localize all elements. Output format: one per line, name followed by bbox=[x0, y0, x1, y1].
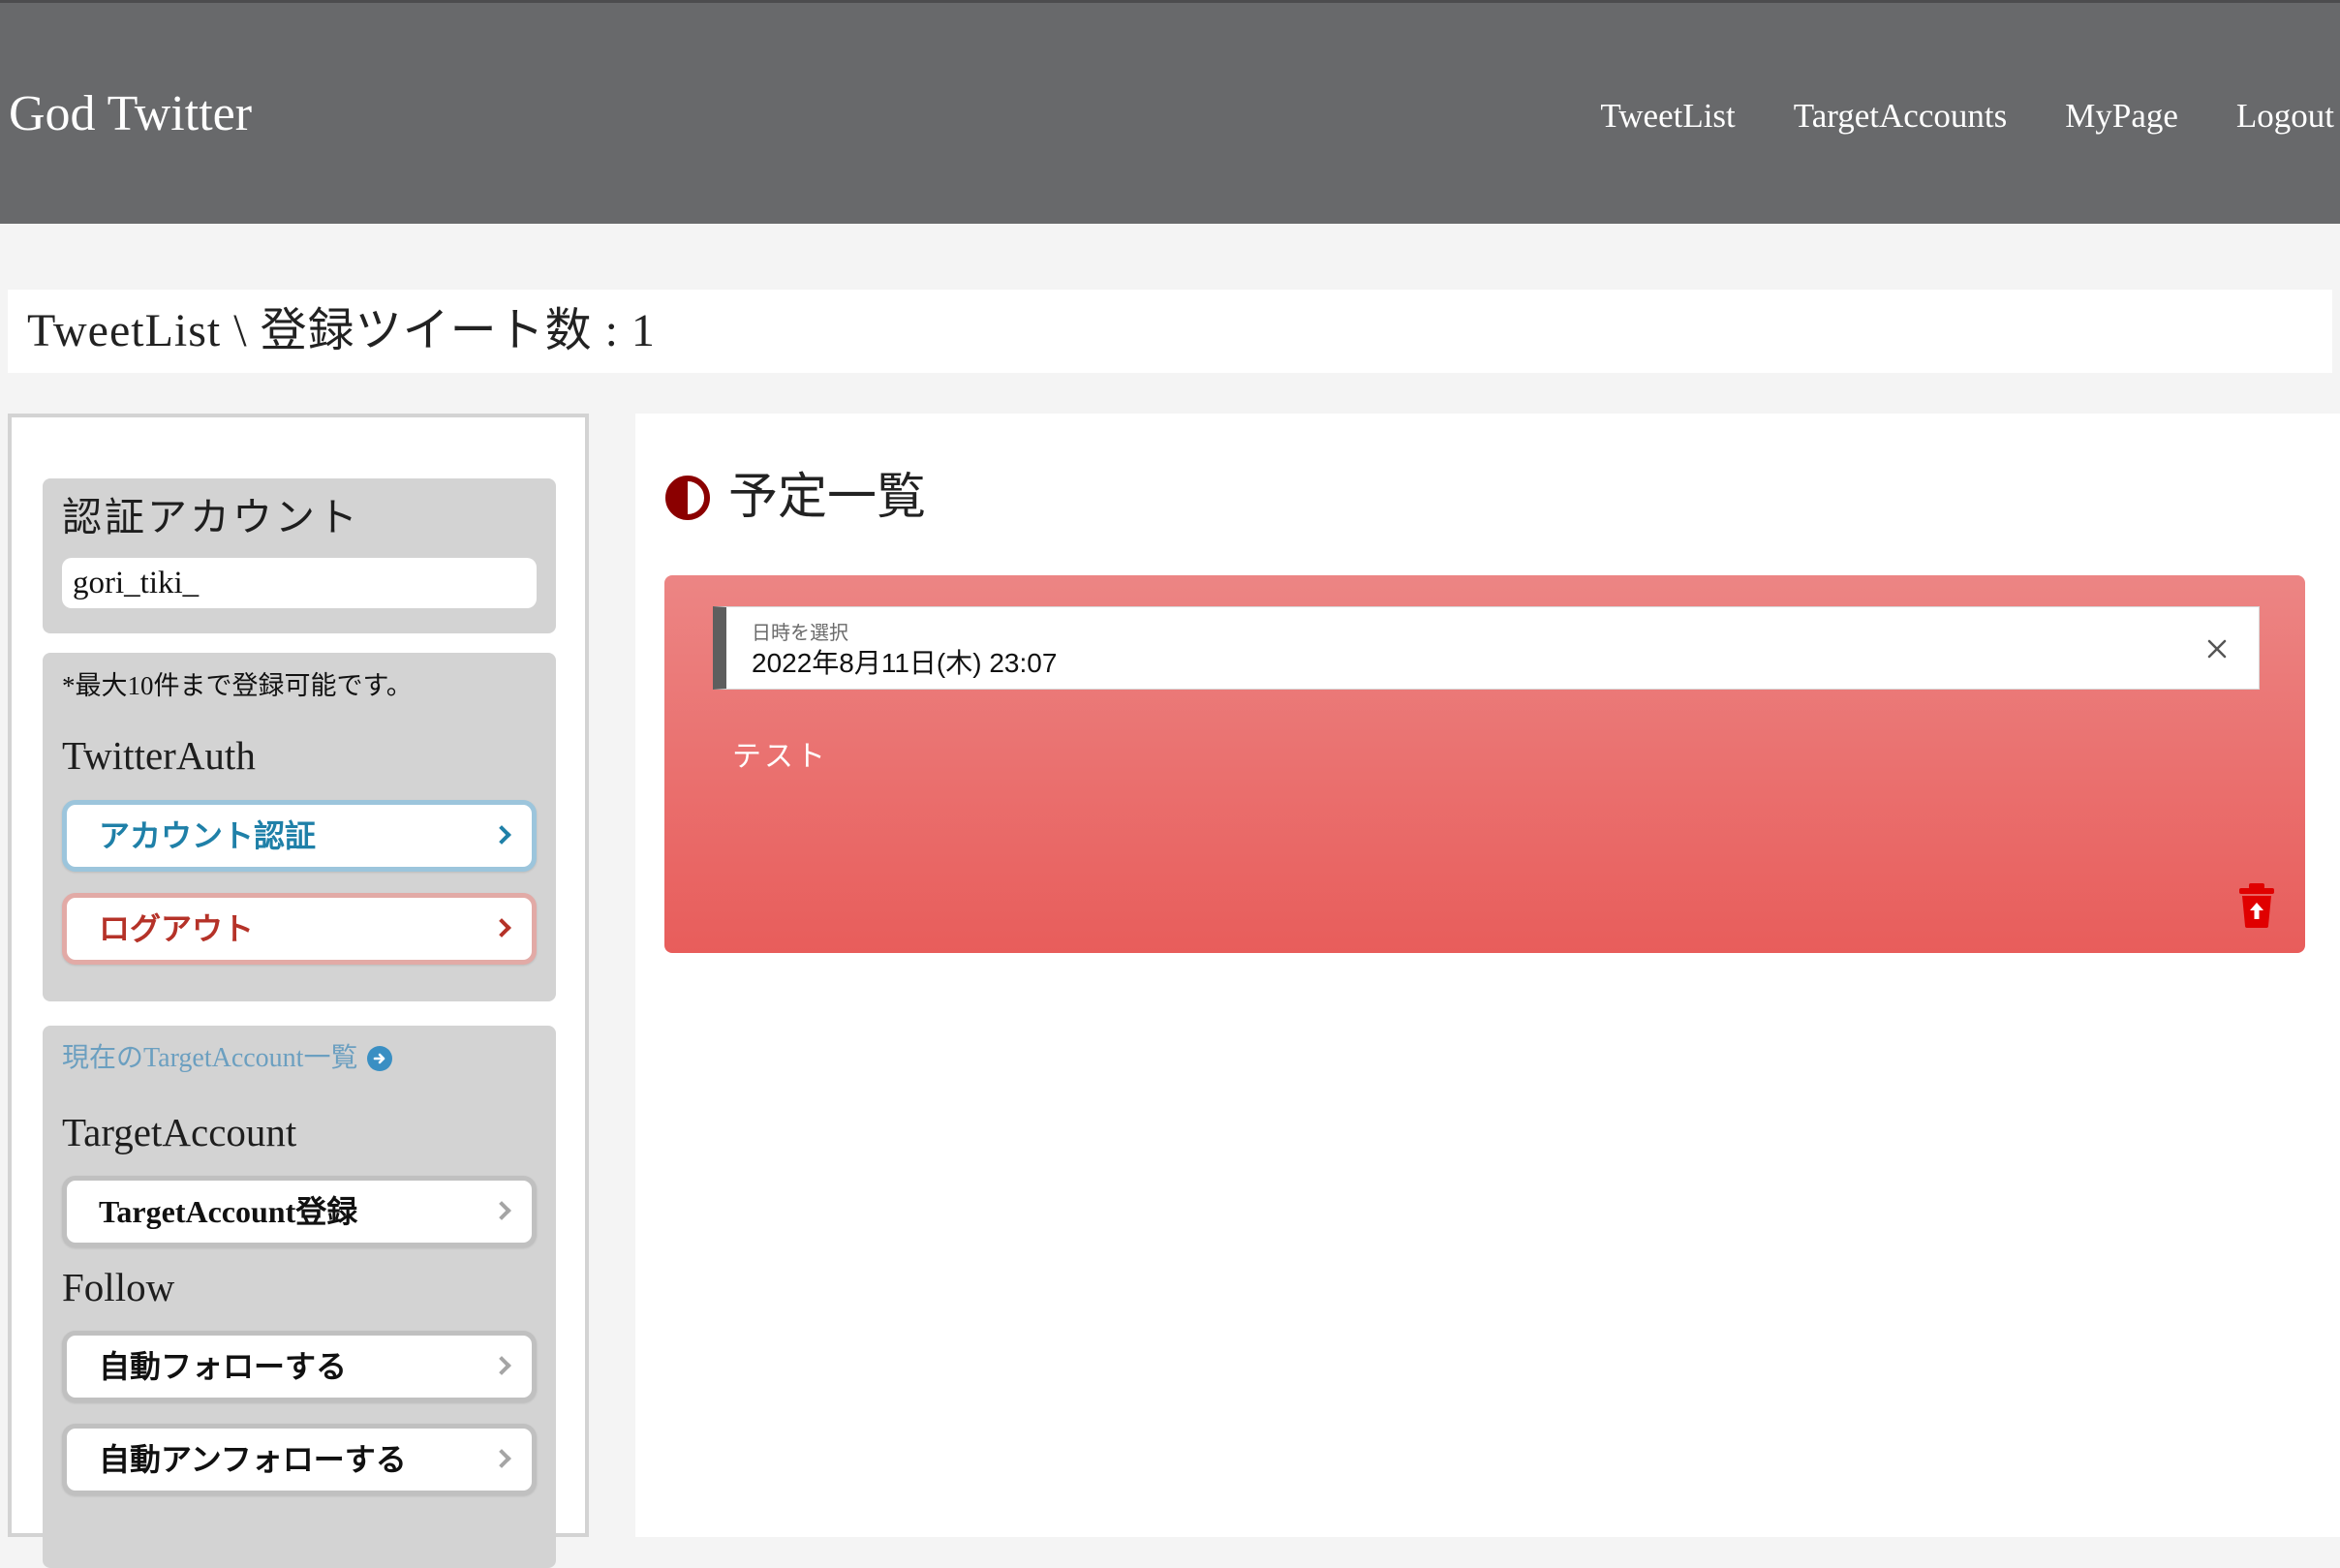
account-auth-label: アカウント認証 bbox=[99, 818, 317, 853]
schedule-title: 予定一覧 bbox=[728, 471, 927, 525]
target-register-label: TargetAccount登録 bbox=[99, 1194, 358, 1229]
chevron-right-icon bbox=[492, 825, 511, 845]
datetime-picker[interactable]: 日時を選択 2022年8月11日(木) 23:07 bbox=[713, 606, 2260, 690]
auth-account-value: gori_tiki_ bbox=[62, 558, 537, 608]
target-account-card: 現在のTargetAccount一覧 TargetAccount TargetA… bbox=[43, 1026, 556, 1568]
auto-follow-label: 自動フォローする bbox=[99, 1349, 348, 1384]
twitter-auth-heading: TwitterAuth bbox=[62, 733, 256, 778]
main-panel: 予定一覧 日時を選択 2022年8月11日(木) 23:07 テスト bbox=[635, 414, 2340, 1537]
limit-note: *最大10件まで登録可能です。 bbox=[62, 671, 413, 700]
account-auth-button[interactable]: アカウント認証 bbox=[62, 800, 537, 872]
twitter-auth-card: *最大10件まで登録可能です。 TwitterAuth アカウント認証 ログアウ… bbox=[43, 653, 556, 1001]
nav-tweetlist[interactable]: TweetList bbox=[1600, 92, 1735, 140]
auto-unfollow-label: 自動アンフォローする bbox=[99, 1442, 407, 1477]
schedule-section-title: 予定一覧 bbox=[664, 464, 926, 532]
nav-mypage[interactable]: MyPage bbox=[2065, 92, 2178, 140]
tweet-text: テスト bbox=[732, 741, 828, 773]
datetime-label: 日時を選択 bbox=[752, 623, 848, 644]
top-navbar: God Twitter TweetList TargetAccounts MyP… bbox=[0, 0, 2340, 224]
chevron-right-icon bbox=[492, 1201, 511, 1220]
target-register-button[interactable]: TargetAccount登録 bbox=[62, 1176, 537, 1247]
auto-follow-button[interactable]: 自動フォローする bbox=[62, 1331, 537, 1402]
chevron-right-icon bbox=[492, 1449, 511, 1468]
page-title: TweetList \ 登録ツイート数 : 1 bbox=[27, 305, 656, 356]
datetime-value: 2022年8月11日(木) 23:07 bbox=[752, 648, 1058, 678]
chevron-right-icon bbox=[492, 918, 511, 938]
follow-heading: Follow bbox=[62, 1265, 175, 1309]
circle-arrow-right-icon bbox=[367, 1046, 393, 1071]
twitter-logout-button[interactable]: ログアウト bbox=[62, 893, 537, 965]
target-list-link[interactable]: 現在のTargetAccount一覧 bbox=[62, 1037, 393, 1080]
nav-targetaccounts[interactable]: TargetAccounts bbox=[1794, 92, 2007, 140]
auth-account-heading: 認証アカウント bbox=[62, 495, 360, 539]
trash-icon[interactable] bbox=[2237, 883, 2276, 928]
brand-logo[interactable]: God Twitter bbox=[9, 82, 252, 146]
chevron-right-icon bbox=[492, 1356, 511, 1375]
scheduled-tweet-card: 日時を選択 2022年8月11日(木) 23:07 テスト bbox=[664, 575, 2305, 953]
close-icon[interactable] bbox=[2204, 636, 2230, 661]
target-list-link-label: 現在のTargetAccount一覧 bbox=[62, 1043, 358, 1073]
half-circle-icon bbox=[665, 476, 710, 520]
main-nav: TweetList TargetAccounts MyPage Logout bbox=[1600, 92, 2334, 140]
auto-unfollow-button[interactable]: 自動アンフォローする bbox=[62, 1424, 537, 1495]
sidebar: 認証アカウント gori_tiki_ *最大10件まで登録可能です。 Twitt… bbox=[8, 414, 589, 1568]
page-title-bar: TweetList \ 登録ツイート数 : 1 bbox=[8, 290, 2332, 373]
twitter-logout-label: ログアウト bbox=[99, 911, 255, 946]
target-account-heading: TargetAccount bbox=[62, 1110, 297, 1154]
auth-account-card: 認証アカウント gori_tiki_ bbox=[43, 478, 556, 633]
nav-logout[interactable]: Logout bbox=[2236, 92, 2334, 140]
